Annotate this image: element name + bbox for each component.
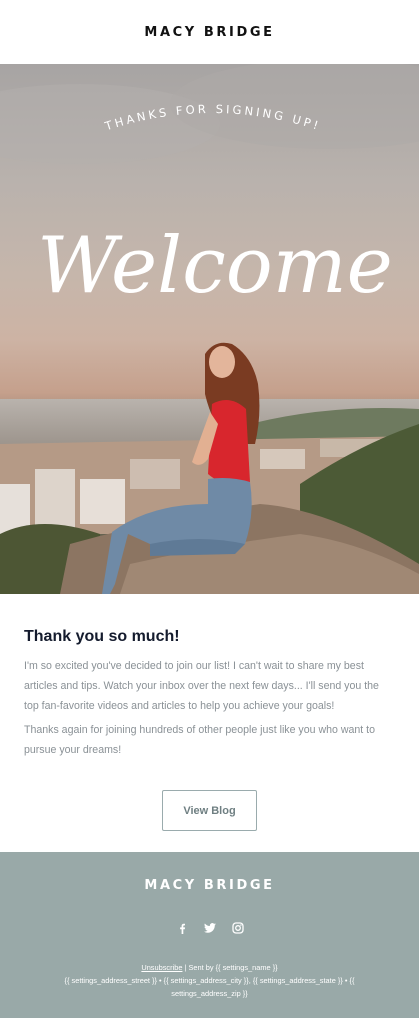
footer-brand: MACY BRIDGE [144,878,275,893]
footer-fineprint: Unsubscribe | Sent by {{ settings_name }… [0,961,419,1000]
content-title: Thank you so much! [24,628,180,645]
email-footer: MACY BRIDGE Unsubscribe | Sent by {{ set… [0,852,419,1018]
social-links [0,921,419,935]
address-text: {{ settings_address_street }} • {{ setti… [64,976,355,998]
main-content: Thank you so much! I'm so excited you've… [0,594,419,852]
instagram-icon[interactable] [231,921,245,935]
content-paragraph-2: Thanks again for joining hundreds of oth… [24,724,375,756]
hero-script-word: Welcome [37,221,393,311]
facebook-icon[interactable] [175,921,189,935]
brand-logo: MACY BRIDGE [144,24,275,40]
hero-tagline: THANKS FOR SIGNING UP! [102,102,323,134]
hero-text-overlay: THANKS FOR SIGNING UP! Welcome [37,102,393,311]
view-blog-button[interactable]: View Blog [162,790,257,831]
unsubscribe-link[interactable]: Unsubscribe [141,963,182,972]
twitter-icon[interactable] [203,921,217,935]
email-header: MACY BRIDGE [0,0,419,64]
sent-by-text: | Sent by {{ settings_name }} [182,963,278,972]
button-wrapper: View Blog [24,790,395,831]
hero-image: THANKS FOR SIGNING UP! Welcome [0,64,419,594]
content-paragraph-1: I'm so excited you've decided to join ou… [24,660,379,712]
